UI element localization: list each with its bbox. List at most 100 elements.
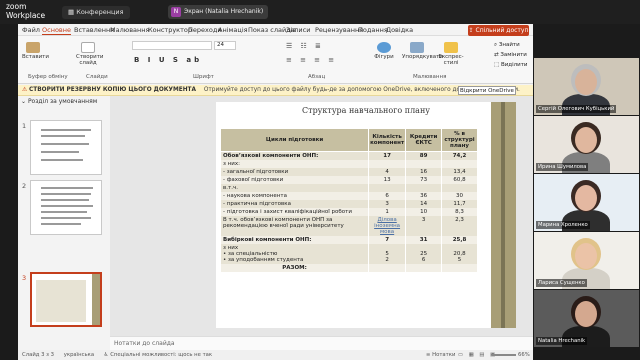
curriculum-table: Цикли підготовки Кількість компонент Кре… [219,128,478,272]
cell-credits: 14 [405,200,443,208]
language-indicator[interactable]: українська [64,352,94,358]
zoom-logo-text: zoom [6,2,27,11]
slide-thumbnail-1[interactable] [30,120,102,175]
participant-video-tile[interactable]: Марина Хроленко [534,174,639,231]
conference-tab[interactable]: ▦ Конференция [62,6,130,19]
font-format-buttons[interactable]: B I U S ab [134,56,202,64]
shapes-button[interactable]: Фігури [372,42,396,60]
header-cycles: Цикли підготовки [219,128,370,152]
table-row: Вибіркові компоненти ОНП: 7 31 25,8 [219,236,478,244]
thumb-decoration [92,274,100,325]
arrange-button[interactable]: Упорядкувати [402,42,443,60]
participant-video-tile[interactable]: Сергій Олегович Кубіцький [534,58,639,115]
participant-video-tile[interactable]: Natalia Hrechanik [534,290,639,347]
table-row: - практична підготовка 3 14 11,7 [219,200,478,208]
notes-toggle[interactable]: ≡ Нотатки [426,350,455,360]
cell-percent: 2,3 [441,216,478,236]
ribbon-tab-9[interactable]: Рецензування [315,26,363,34]
participant-video-tile[interactable]: Лариса Сущенко [534,232,639,289]
cell-percent: 60,8 [441,176,478,184]
participant-video-tile[interactable]: Ирина Шумилова [534,116,639,173]
find-label: Знайти [498,42,520,48]
ribbon-tabs: Файл Основне Вставлення Малювання Конструкто… [18,24,533,36]
slide-counter: Слайд 3 з 3 [22,352,55,358]
quick-styles-button[interactable]: Експрес-стилі [436,42,466,66]
select-button[interactable]: ⬚ Виділити [494,60,528,70]
cell-label: - наукова компонента [219,192,370,200]
shared-screen-tab[interactable]: N Экран (Natalia Hrechanik) [168,5,268,19]
ribbon-tab-2[interactable]: Вставлення [74,26,114,34]
thumb-text-line [41,151,79,153]
ribbon-tab-1[interactable]: Основне [42,26,71,35]
slide-title: Структура навчального плану [302,106,430,115]
notes-pane[interactable]: Нотатки до слайда [110,336,533,350]
table-header-row: Цикли підготовки Кількість компонент Кре… [219,128,478,152]
zoom-slider[interactable] [492,354,516,356]
slide-canvas[interactable]: Структура навчального плану Цикли підгот… [216,102,516,328]
ribbon-tab-11[interactable]: Довідка [386,26,413,34]
slide-thumbnail-2[interactable] [30,180,102,235]
replace-button[interactable]: ⇄ Замінити [494,50,528,60]
open-onedrive-button[interactable]: Відкрити OneDrive [458,86,516,95]
table-row: - фахової підготовки 13 73 60,8 [219,176,478,184]
cell-credits: 73 [405,176,443,184]
thumb-text-line [41,129,91,131]
section-label: Розділ за умовчанням [27,98,98,105]
ribbon-tab-10[interactable]: Подання [358,26,388,34]
ribbon-tab-0[interactable]: Файл [22,26,40,34]
chevron-down-icon: ⌄ [21,98,28,105]
ribbon-tab-5[interactable]: Переходи [188,26,222,34]
thumbnail-number: 2 [22,182,27,190]
header-credits: Кредити ЄКТС [405,128,443,152]
new-slide-button[interactable]: Створити слайд [76,42,104,66]
font-name-field[interactable] [132,41,212,50]
cell-count [368,184,407,192]
thumb-text-line [41,205,93,207]
select-icon: ⬚ [494,62,501,68]
share-button[interactable]: ⇪ Спільний доступ [468,25,529,36]
quick-styles-label: Експрес-стилі [438,54,464,66]
cell-percent: 13,4 [441,168,478,176]
group-label-clipboard: Буфер обміну [28,74,68,80]
section-header[interactable]: ⌄ Розділ за умовчанням [21,98,97,105]
cell-count: 17 [368,151,407,160]
ribbon-tab-8[interactable]: Записи [286,26,310,34]
align-buttons[interactable]: ≡ ≡ ≡ ≡ [286,56,337,64]
share-button-label: Спільний доступ [475,27,529,34]
slide-decoration-stripe [501,102,505,328]
participant-name: Ирина Шумилова [536,163,589,171]
accessibility-status[interactable]: Спеціальні можливості: щось не так [110,352,212,358]
backup-warning-bar: ⚠ СТВОРИТИ РЕЗЕРВНУ КОПІЮ ЦЬОГО ДОКУМЕНТ… [18,85,533,96]
cell-percent [441,160,478,168]
cell-count: 1 [368,208,407,216]
slide-thumbnail-3[interactable] [30,272,102,327]
thumb-text-line [41,143,89,145]
participant-name: Сергій Олегович Кубіцький [536,105,617,113]
cell-count: Ділова іноземна мова [368,216,407,236]
thumb-text-line [41,135,85,137]
thumb-text-line [41,159,83,161]
bullets-buttons[interactable]: ☰ ☷ ≣ [286,42,324,50]
zoom-level[interactable]: 66% [518,350,530,360]
ribbon-tab-6[interactable]: Анімація [218,26,248,34]
editing-group: ⌕ Знайти ⇄ Замінити ⬚ Виділити [494,40,528,70]
thumb-text-line [41,223,81,225]
participant-face [575,185,597,211]
find-button[interactable]: ⌕ Знайти [494,40,528,50]
cell-label: в.т.ч. [219,184,370,192]
thumbnail-number: 1 [22,122,27,130]
participant-face [575,301,597,327]
cell-count: 13 [368,176,407,184]
participants-panel: Сергій Олегович Кубіцький Ирина Шумилова М… [533,24,640,360]
slide-thumbnails-pane: ⌄ Розділ за умовчанням 1 2 3 [18,96,110,346]
warning-title: СТВОРИТИ РЕЗЕРВНУ КОПІЮ ЦЬОГО ДОКУМЕНТА [29,87,196,93]
cell-label: з них • за спеціальністю • за уподобання… [219,244,370,264]
ribbon-tab-3[interactable]: Малювання [110,26,149,34]
paste-button[interactable]: Вставити [22,42,49,60]
group-label-drawing: Малювання [413,74,447,80]
zoom-logo: zoom Workplace [6,2,45,20]
ribbon-tab-4[interactable]: Конструктор [148,26,192,34]
quick-styles-icon [444,42,458,53]
cell-credits: 36 [405,192,443,200]
font-size-field[interactable]: 24 [214,41,236,50]
